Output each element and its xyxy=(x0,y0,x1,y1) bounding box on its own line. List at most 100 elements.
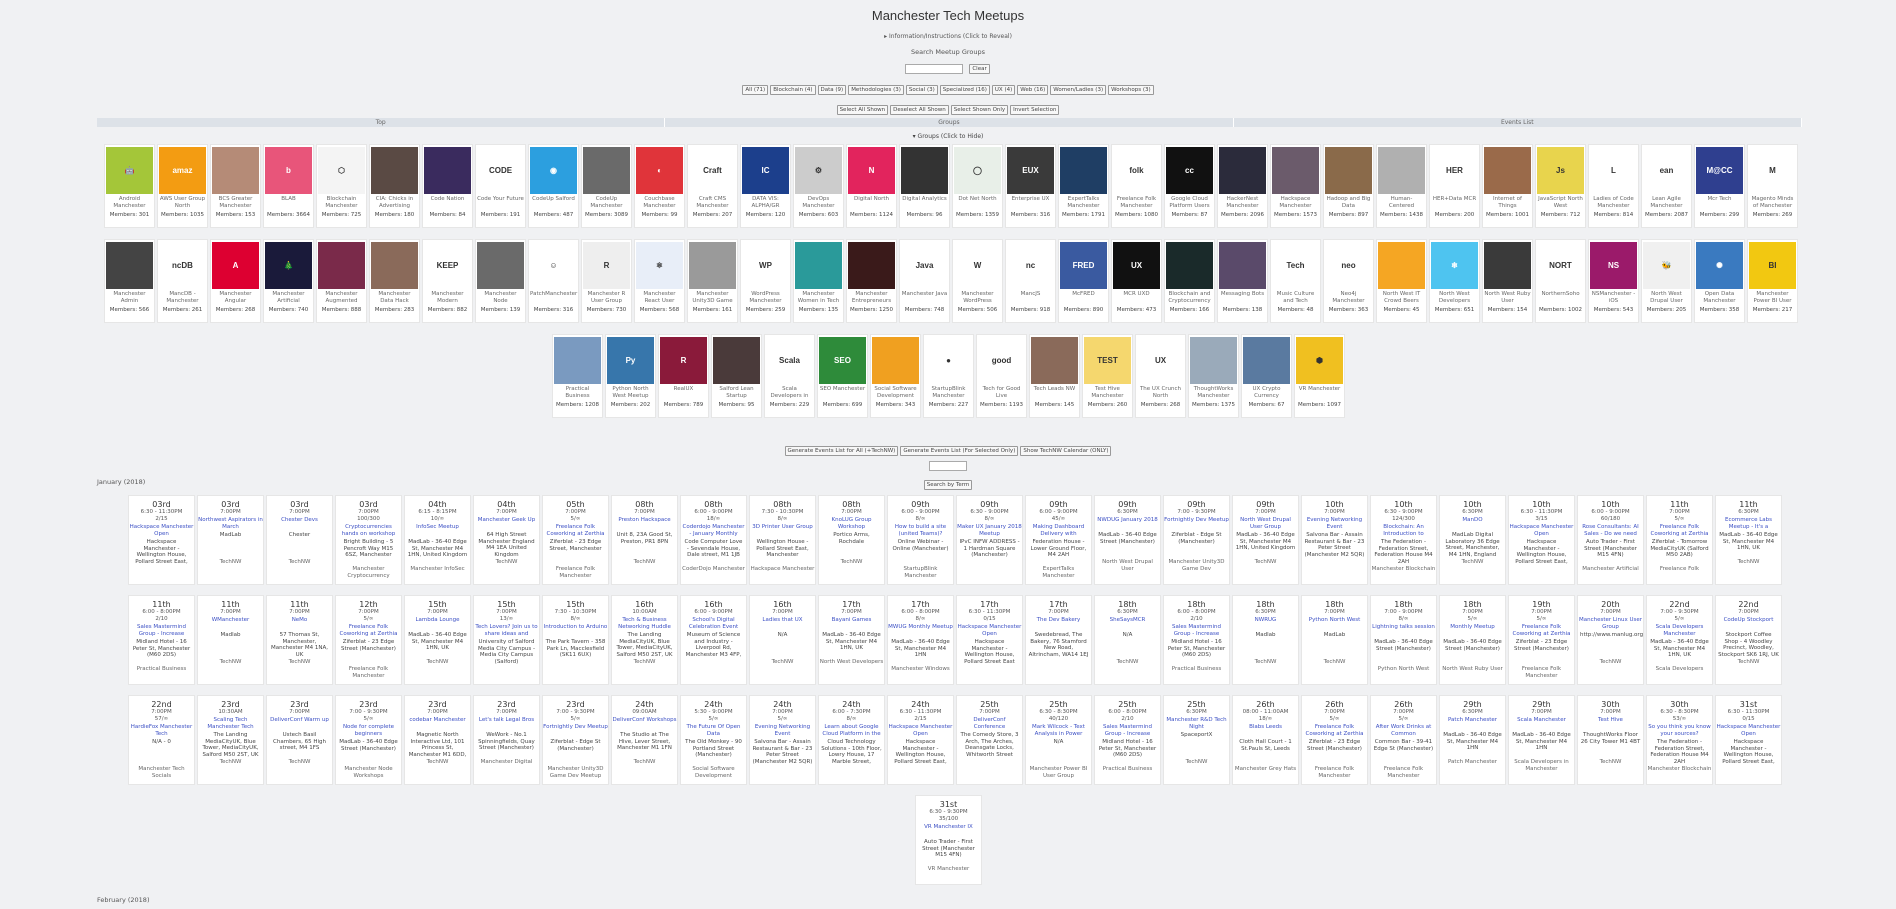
group-card[interactable]: NORT NorthernSoho Members: 1002 xyxy=(1535,239,1586,323)
group-card[interactable]: Code Nation Members: 84 xyxy=(422,144,473,228)
event-title-link[interactable]: NeMo xyxy=(267,617,332,630)
group-card[interactable]: ◐ Couchbase Manchester Members: 99 xyxy=(634,144,685,228)
event-title-link[interactable]: Preston Hackspace xyxy=(612,517,677,530)
event-title-link[interactable]: Hackspace Manchester Open xyxy=(957,624,1022,637)
group-card[interactable]: FRED McFRED Members: 890 xyxy=(1058,239,1109,323)
group-card[interactable]: nc MancJS Members: 918 xyxy=(1005,239,1056,323)
group-card[interactable]: ◉ CodeUp Salford Members: 487 xyxy=(528,144,579,228)
event-title-link[interactable]: Let's talk Legal Bros xyxy=(474,717,539,730)
event-title-link[interactable]: Bayani Games xyxy=(819,617,884,630)
group-card[interactable]: North West Ruby User Members: 154 xyxy=(1482,239,1533,323)
group-card[interactable]: KEEP Manchester Modern Members: 882 xyxy=(422,239,473,323)
tab-groups[interactable]: Groups xyxy=(665,118,1234,127)
event-title-link[interactable]: The Future Of Open Data xyxy=(681,724,746,737)
event-title-link[interactable]: Introduction to Arduino xyxy=(543,624,608,637)
event-title-link[interactable]: How to build a site (united Teams)? xyxy=(888,524,953,537)
event-title-link[interactable]: MWUG Monthly Meetup xyxy=(888,624,953,637)
generate-button[interactable]: Show TechNW Calendar (ONLY) xyxy=(1020,445,1112,456)
event-title-link[interactable]: Maker UX January 2018 Meetup xyxy=(957,524,1022,537)
event-title-link[interactable]: Sales Mastermind Group - Increase xyxy=(1164,624,1229,637)
event-title-link[interactable]: Python North West xyxy=(1302,617,1367,630)
event-title-link[interactable]: CodeUp Stockport xyxy=(1716,617,1781,630)
group-card[interactable]: Manchester Node Members: 139 xyxy=(475,239,526,323)
group-card[interactable]: Messaging Bots Members: 138 xyxy=(1217,239,1268,323)
group-card[interactable]: good Tech for Good Live Members: 1193 xyxy=(976,334,1027,418)
event-title-link[interactable]: Manchester Geek Up xyxy=(474,517,539,530)
event-title-link[interactable]: Scala Developers Manchester xyxy=(1647,624,1712,637)
event-title-link[interactable]: Hackspace Manchester Open xyxy=(1716,724,1781,737)
group-card[interactable]: 🎄 Manchester Artificial Members: 740 xyxy=(263,239,314,323)
group-card[interactable]: ExpertTalks Manchester Members: 1791 xyxy=(1058,144,1109,228)
filter-button[interactable]: Web (16) xyxy=(1017,84,1049,95)
group-card[interactable]: UX Crypto Currency Members: 67 xyxy=(1241,334,1292,418)
group-card[interactable]: BI Manchester Power BI User Members: 217 xyxy=(1747,239,1798,323)
group-card[interactable]: Human-Centered Members: 1438 xyxy=(1376,144,1427,228)
group-card[interactable]: Digital Analytics Members: 96 xyxy=(899,144,950,228)
event-title-link[interactable]: NWRUG xyxy=(1233,617,1298,630)
group-card[interactable]: Practical Business Members: 1208 xyxy=(552,334,603,418)
group-card[interactable]: Internet of Things Members: 1001 xyxy=(1482,144,1533,228)
group-card[interactable]: Java Manchester Java Members: 748 xyxy=(899,239,950,323)
group-card[interactable]: ⬢ VR Manchester Members: 1097 xyxy=(1294,334,1345,418)
group-card[interactable]: Social Software Development Members: 343 xyxy=(870,334,921,418)
event-title-link[interactable]: Manchester R&D Tech Night xyxy=(1164,717,1229,730)
event-title-link[interactable]: codebar Manchester xyxy=(405,717,470,730)
filter-button[interactable]: UX (4) xyxy=(991,84,1016,95)
group-card[interactable]: ncDB MancDB - Manchester Data Members: 261 xyxy=(157,239,208,323)
group-card[interactable]: R RealUX Members: 789 xyxy=(658,334,709,418)
group-card[interactable]: Salford Lean Startup Members: 95 xyxy=(711,334,762,418)
event-title-link[interactable]: Sales Mastermind Group - Increase xyxy=(129,624,194,637)
group-card[interactable]: ThoughtWorks Manchester Members: 1375 xyxy=(1188,334,1239,418)
group-card[interactable]: ean Lean Agile Manchester Members: 2087 xyxy=(1641,144,1692,228)
group-card[interactable]: UX MCR UXD Members: 473 xyxy=(1111,239,1162,323)
group-card[interactable]: neo Neo4j Manchester Members: 363 xyxy=(1323,239,1374,323)
group-card[interactable]: Manchester Women in Tech Members: 135 xyxy=(793,239,844,323)
term-search-input[interactable] xyxy=(929,460,967,471)
event-title-link[interactable]: Cryptocurrencies hands on workshop xyxy=(336,524,401,537)
event-title-link[interactable]: Ecommerce Labs Meetup - It's a xyxy=(1716,517,1781,530)
event-title-link[interactable]: Hackspace Manchester Open xyxy=(1509,524,1574,537)
event-title-link[interactable]: Tech & Business Networking Huddle xyxy=(612,617,677,630)
event-title-link[interactable]: Manchester Linux User Group xyxy=(1578,617,1643,630)
event-title-link[interactable]: VR Manchester IX xyxy=(916,824,981,837)
event-title-link[interactable]: 3D Printer User Group xyxy=(750,524,815,537)
group-card[interactable]: 🐝 North West Drupal User Members: 205 xyxy=(1641,239,1692,323)
group-card[interactable]: NS NSManchester - iOS Members: 543 xyxy=(1588,239,1639,323)
group-card[interactable]: Manchester Data Hack Members: 283 xyxy=(369,239,420,323)
filter-button[interactable]: Blockchain (4) xyxy=(770,84,816,95)
group-card[interactable]: ☺ PatchManchester Members: 316 xyxy=(528,239,579,323)
filter-button[interactable]: All (71) xyxy=(742,84,769,95)
filter-button[interactable]: Methodologies (3) xyxy=(848,84,904,95)
group-card[interactable]: Tech Leads NW Members: 145 xyxy=(1029,334,1080,418)
filter-button[interactable]: Specialized (16) xyxy=(939,84,990,95)
event-title-link[interactable]: Scaling Tech Manchester Tech Network xyxy=(198,717,263,730)
group-card[interactable]: CodeUp Manchester Members: 3089 xyxy=(581,144,632,228)
event-title-link[interactable]: Blabs Leeds xyxy=(1233,724,1298,737)
group-card[interactable]: WP WordPress Manchester Members: 259 xyxy=(740,239,791,323)
event-title-link[interactable]: Evening Networking Event xyxy=(1302,517,1367,530)
event-title-link[interactable]: School's Digital Celebration Event xyxy=(681,617,746,630)
group-card[interactable]: ⚛ Manchester React User Members: 568 xyxy=(634,239,685,323)
group-card[interactable]: L Ladies of Code Manchester Members: 814 xyxy=(1588,144,1639,228)
group-card[interactable]: Js JavaScript North West Members: 712 xyxy=(1535,144,1586,228)
filter-button[interactable]: Workshops (3) xyxy=(1108,84,1154,95)
event-title-link[interactable]: DeliverConf Warm up xyxy=(267,717,332,730)
group-card[interactable]: Py Python North West Meetup Members: 202 xyxy=(605,334,656,418)
group-card[interactable]: UX The UX Crunch North Members: 268 xyxy=(1135,334,1186,418)
event-title-link[interactable]: Tech Lovers? Join us to share ideas and xyxy=(474,624,539,637)
group-card[interactable]: R Manchester R User Group Members: 730 xyxy=(581,239,632,323)
event-title-link[interactable]: Northwest Aspirators in March xyxy=(198,517,263,530)
group-card[interactable]: CODE Code Your Future Members: 191 xyxy=(475,144,526,228)
search-by-term-button[interactable]: Search by Term xyxy=(923,480,973,490)
group-card[interactable]: TEST Test Hive Manchester Members: 260 xyxy=(1082,334,1133,418)
generate-button[interactable]: Generate Events List for All (+TechNW) xyxy=(784,445,899,456)
group-card[interactable]: Manchester Unity3D Game Members: 161 xyxy=(687,239,738,323)
group-card[interactable]: ⬡ Blockchain Manchester Members: 725 xyxy=(316,144,367,228)
select-button[interactable]: Deselect All Shown xyxy=(890,104,949,115)
event-title-link[interactable]: Hackspace Manchester Open xyxy=(888,724,953,737)
event-title-link[interactable]: Evening Networking Event xyxy=(750,724,815,737)
event-title-link[interactable]: Learn about Google Cloud Platform in the xyxy=(819,724,884,737)
search-input[interactable] xyxy=(905,63,964,74)
tab-events-list[interactable]: Events List xyxy=(1234,118,1802,127)
select-button[interactable]: Select Shown Only xyxy=(950,104,1009,115)
